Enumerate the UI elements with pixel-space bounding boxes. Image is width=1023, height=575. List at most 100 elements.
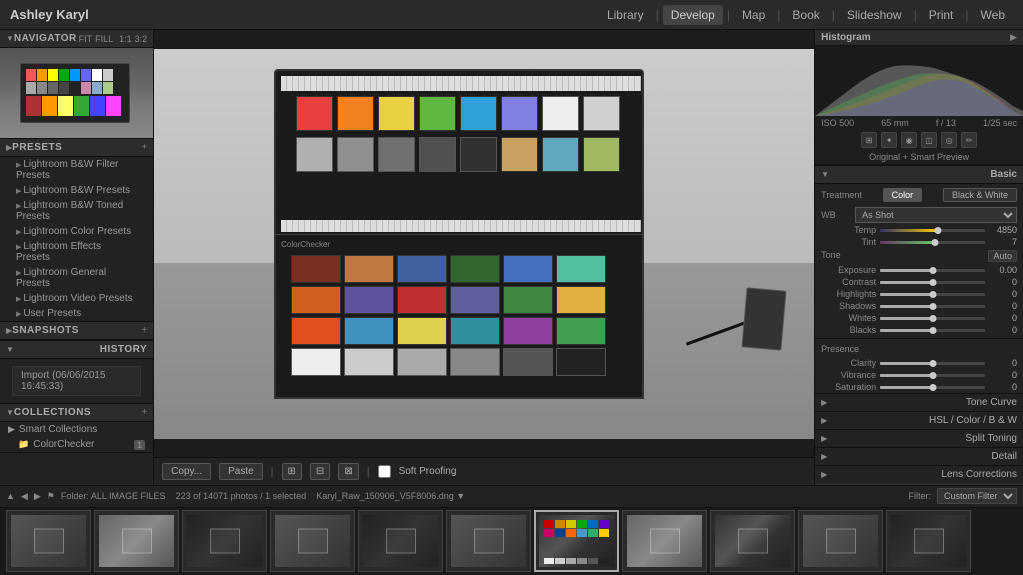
temp-value: 4850	[989, 225, 1017, 235]
nav-map[interactable]: Map	[734, 5, 773, 25]
histogram-header[interactable]: Histogram ▶	[815, 30, 1023, 46]
tint-slider[interactable]	[880, 241, 985, 244]
filmstrip-flag-button[interactable]: ⚑	[47, 491, 55, 502]
preset-item-bwfilter[interactable]: Lightroom B&W Filter Presets	[0, 157, 153, 183]
filmstrip-nav-right[interactable]: ▶	[34, 491, 41, 502]
presets-header[interactable]: ▶ Presets +	[0, 139, 153, 157]
navigator-ratio[interactable]: 3:2	[135, 34, 148, 44]
film-thumb-8[interactable]	[622, 510, 707, 572]
preset-item-bwtoned[interactable]: Lightroom B&W Toned Presets	[0, 198, 153, 224]
film-thumb-4[interactable]	[270, 510, 355, 572]
snapshots-header[interactable]: ▶ Snapshots +	[0, 322, 153, 340]
graduated-icon[interactable]: ◫	[921, 132, 937, 148]
film-thumb-1-image	[11, 515, 86, 567]
heal-icon[interactable]: ✦	[881, 132, 897, 148]
history-item[interactable]: Import (06/06/2015 16:45:33)	[12, 366, 141, 396]
preset-item-color[interactable]: Lightroom Color Presets	[0, 224, 153, 239]
blacks-slider[interactable]	[880, 329, 985, 332]
hsl-section[interactable]: ▶ HSL / Color / B & W	[815, 411, 1023, 429]
view-mode-1-button[interactable]: ⊞	[282, 463, 302, 480]
nav-library[interactable]: Library	[599, 5, 652, 25]
saturation-label: Saturation	[821, 382, 876, 392]
tone-label: Tone	[821, 250, 841, 262]
temp-slider[interactable]	[880, 229, 985, 232]
filmstrip-file-label[interactable]: Karyl_Raw_150906_V5F8006.dng ▼	[316, 491, 465, 501]
highlights-slider-row: Highlights 0	[815, 288, 1023, 300]
shadows-slider[interactable]	[880, 305, 985, 308]
histogram-graph	[815, 46, 1023, 116]
preset-item-effects[interactable]: Lightroom Effects Presets	[0, 239, 153, 265]
film-thumb-9-image	[715, 515, 790, 567]
auto-button[interactable]: Auto	[988, 250, 1017, 262]
whites-slider[interactable]	[880, 317, 985, 320]
nav-book[interactable]: Book	[784, 5, 827, 25]
film-thumb-7[interactable]	[534, 510, 619, 572]
collections-header[interactable]: ▼ Collections +	[0, 404, 153, 422]
contrast-slider[interactable]	[880, 281, 985, 284]
soft-proofing-checkbox[interactable]	[378, 465, 391, 478]
image-toolbar: Copy... Paste | ⊞ ⊟ ⊠ | Soft Proofing	[154, 457, 814, 485]
preset-item-video[interactable]: Lightroom Video Presets	[0, 291, 153, 306]
filmstrip-nav-left[interactable]: ◀	[21, 491, 28, 502]
color-treatment-button[interactable]: Color	[883, 188, 923, 202]
view-mode-2-button[interactable]: ⊟	[310, 463, 330, 480]
center-area: ColorChecker	[154, 30, 814, 485]
nav-develop[interactable]: Develop	[663, 5, 723, 25]
bw-treatment-button[interactable]: Black & White	[943, 188, 1017, 202]
tone-curve-section[interactable]: ▶ Tone Curve	[815, 393, 1023, 411]
colorchecker-badge: 1	[134, 440, 145, 450]
nav-print[interactable]: Print	[921, 5, 962, 25]
presence-divider	[815, 338, 1023, 339]
contrast-value: 0	[989, 277, 1017, 287]
navigator-fit[interactable]: FIT	[79, 34, 93, 44]
redeye-icon[interactable]: ◉	[901, 132, 917, 148]
film-thumb-2[interactable]	[94, 510, 179, 572]
film-thumb-4-image	[275, 515, 350, 567]
paste-button[interactable]: Paste	[219, 463, 263, 480]
filmstrip-hide-button[interactable]: ▲	[6, 491, 15, 501]
highlights-slider[interactable]	[880, 293, 985, 296]
detail-section[interactable]: ▶ Detail	[815, 447, 1023, 465]
film-thumb-3[interactable]	[182, 510, 267, 572]
snapshots-add-icon[interactable]: +	[141, 325, 147, 336]
soft-proofing-label: Soft Proofing	[399, 466, 457, 477]
preset-item-user[interactable]: User Presets	[0, 306, 153, 321]
wb-select[interactable]: As Shot Auto Daylight Cloudy	[855, 207, 1017, 223]
saturation-slider[interactable]	[880, 386, 985, 389]
radial-icon[interactable]: ◎	[941, 132, 957, 148]
split-toning-section[interactable]: ▶ Split Toning	[815, 429, 1023, 447]
film-thumb-11[interactable]	[886, 510, 971, 572]
view-mode-3-button[interactable]: ⊠	[338, 463, 358, 480]
preset-item-general[interactable]: Lightroom General Presets	[0, 265, 153, 291]
nav-slideshow[interactable]: Slideshow	[839, 5, 910, 25]
presets-add-icon[interactable]: +	[141, 142, 147, 153]
lens-corrections-section[interactable]: ▶ Lens Corrections	[815, 465, 1023, 483]
basic-panel: ▼ Basic Treatment Color Black & White WB…	[815, 165, 1023, 393]
copy-button[interactable]: Copy...	[162, 463, 211, 480]
film-thumb-5[interactable]	[358, 510, 443, 572]
history-header[interactable]: ▼ History	[0, 341, 153, 359]
film-thumb-1[interactable]	[6, 510, 91, 572]
film-thumb-9[interactable]	[710, 510, 795, 572]
collections-toggle-icon: ▼	[6, 408, 14, 417]
filter-select[interactable]: Custom Filter All Flagged	[937, 488, 1017, 504]
basic-panel-header[interactable]: ▼ Basic	[815, 165, 1023, 184]
nav-web[interactable]: Web	[973, 5, 1013, 25]
film-thumb-6[interactable]	[446, 510, 531, 572]
exposure-slider[interactable]	[880, 269, 985, 272]
navigator-header[interactable]: ▼ Navigator FIT FILL 1:1 3:2	[0, 30, 153, 48]
navigator-fill[interactable]: FILL	[95, 34, 113, 44]
collections-add-icon[interactable]: +	[141, 407, 147, 418]
hsl-toggle-icon: ▶	[821, 416, 827, 425]
histogram-aperture: f / 13	[936, 118, 956, 128]
crop-icon[interactable]: ⊞	[861, 132, 877, 148]
clarity-slider[interactable]	[880, 362, 985, 365]
collection-item-smart[interactable]: ▶ Smart Collections	[0, 422, 153, 437]
navigator-1to1[interactable]: 1:1	[119, 34, 132, 44]
presets-title: Presets	[12, 142, 62, 153]
preset-item-bw[interactable]: Lightroom B&W Presets	[0, 183, 153, 198]
collection-item-colorchecker[interactable]: 📁 ColorChecker 1	[0, 437, 153, 452]
film-thumb-10[interactable]	[798, 510, 883, 572]
vibrance-slider[interactable]	[880, 374, 985, 377]
brush-icon[interactable]: ✏	[961, 132, 977, 148]
